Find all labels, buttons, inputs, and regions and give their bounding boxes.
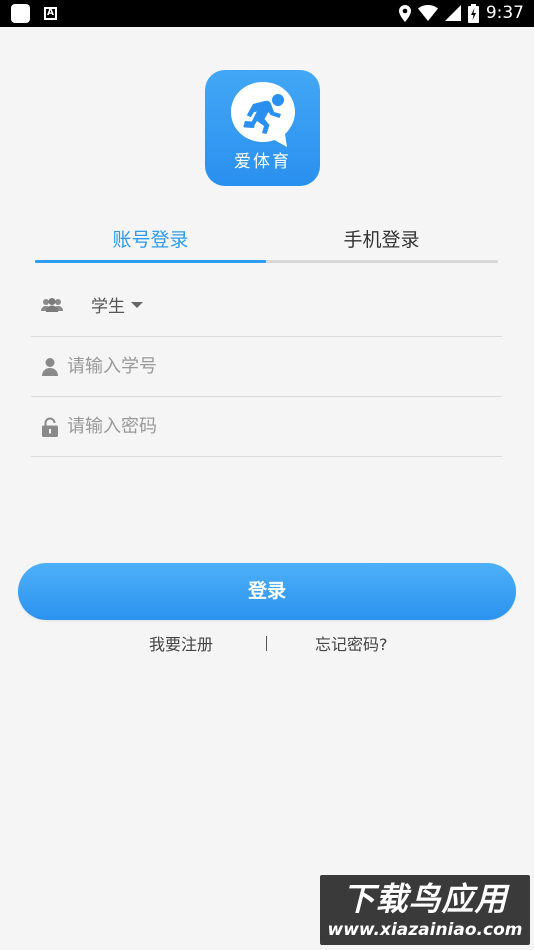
watermark-title: 下载鸟应用 (342, 880, 508, 918)
location-icon (398, 4, 411, 22)
status-bar-left: A (11, 4, 57, 23)
role-select[interactable]: 学生 (91, 293, 143, 321)
tab-account-login[interactable]: 账号登录 (35, 222, 266, 258)
tab-active-indicator (35, 260, 266, 263)
signal-icon (444, 5, 461, 21)
register-link[interactable]: 我要注册 (149, 634, 213, 656)
password-input[interactable] (67, 411, 487, 443)
student-id-row (31, 337, 502, 397)
role-row: 学生 (31, 277, 502, 337)
tab-phone-login[interactable]: 手机登录 (266, 222, 497, 258)
login-button[interactable]: 登录 (18, 563, 516, 620)
student-id-input[interactable] (67, 351, 487, 383)
logo-text: 爱体育 (234, 152, 291, 172)
users-icon (41, 298, 63, 312)
status-bar: A 9:37 (0, 0, 534, 27)
role-value: 学生 (91, 297, 125, 317)
app-logo: 爱体育 (205, 70, 320, 186)
links-divider (266, 636, 267, 651)
clock: 9:37 (485, 3, 524, 23)
password-row (31, 397, 502, 457)
notification-square-icon (11, 4, 30, 23)
wifi-icon (417, 5, 438, 21)
forgot-password-link[interactable]: 忘记密码? (315, 634, 388, 656)
watermark-url: www.xiazainiao.com (327, 920, 523, 940)
battery-icon (467, 3, 479, 23)
caret-down-icon (131, 302, 143, 308)
user-icon (42, 358, 58, 376)
lock-icon (42, 417, 58, 437)
status-bar-right: 9:37 (398, 3, 524, 23)
notification-a-icon: A (44, 7, 57, 20)
watermark: 下载鸟应用 www.xiazainiao.com (320, 875, 530, 945)
login-tabs: 账号登录 手机登录 (35, 222, 498, 263)
